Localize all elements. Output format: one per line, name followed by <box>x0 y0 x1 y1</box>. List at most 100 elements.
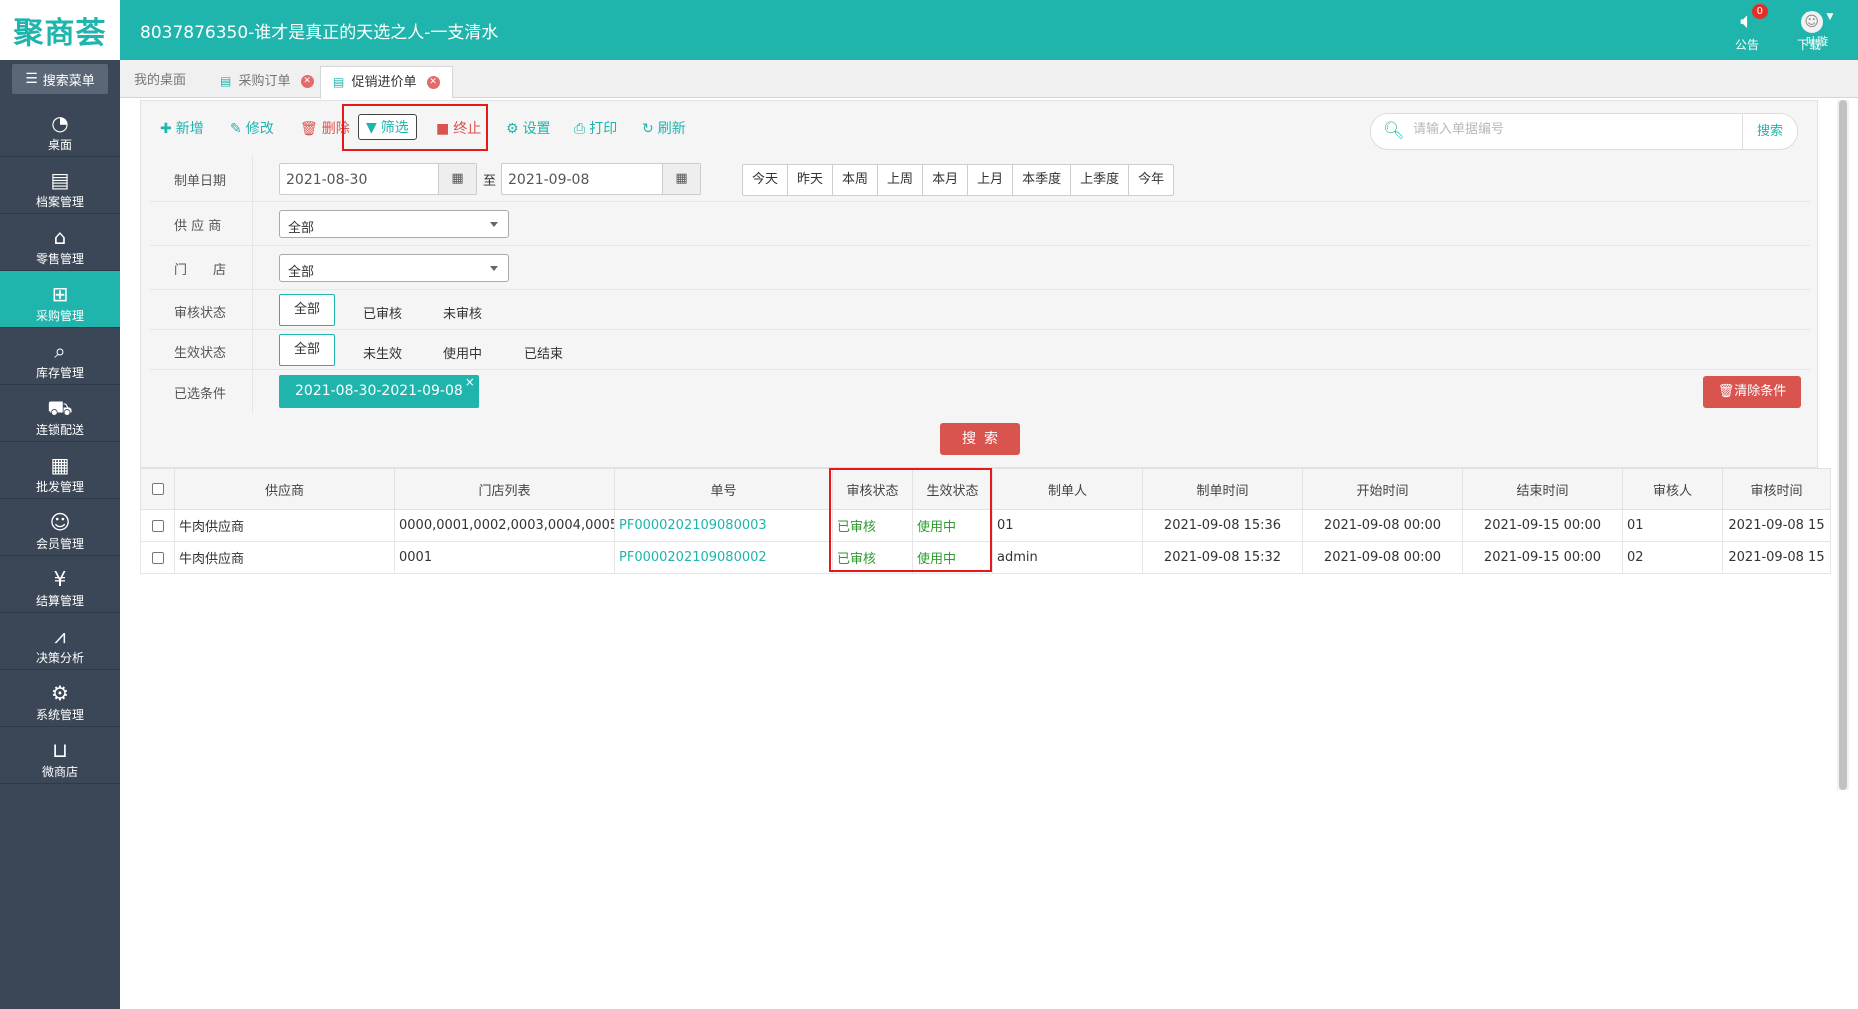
col-header[interactable]: 结束时间 <box>1462 468 1623 510</box>
quick-last-week[interactable]: 上周 <box>878 165 924 195</box>
row-checkbox[interactable] <box>151 519 164 532</box>
quick-last-quarter[interactable]: 上季度 <box>1071 165 1130 195</box>
notice-button[interactable]: 🔈︎ 0 公告 <box>1722 4 1772 53</box>
sidebar-item-label: 零售管理 <box>35 252 84 266</box>
col-header[interactable]: 审核人 <box>1622 468 1723 510</box>
sidebar-item-5[interactable]: ⛟ 连锁配送 <box>0 385 120 442</box>
sidebar-item-9[interactable]: ⩘ 决策分析 <box>0 613 120 670</box>
sidebar-item-label: 系统管理 <box>35 708 84 722</box>
order-search-button[interactable]: 搜索 <box>1742 114 1797 149</box>
col-header[interactable]: 审核时间 <box>1722 468 1831 510</box>
col-header[interactable]: 制单人 <box>992 468 1143 510</box>
quick-last-month[interactable]: 上月 <box>968 165 1014 195</box>
selected-condition-chip[interactable]: 2021-08-30-2021-09-08 × <box>279 375 479 408</box>
quick-yesterday[interactable]: 昨天 <box>788 165 834 195</box>
filter-search-button[interactable]: 搜索 <box>940 423 1020 455</box>
settings-button[interactable]: ⚙ 设置 <box>506 118 551 138</box>
quick-this-quarter[interactable]: 本季度 <box>1013 165 1072 195</box>
tab-promo-price[interactable]: ▤ 促销进价单 ✕ <box>320 66 453 99</box>
quick-this-week[interactable]: 本周 <box>833 165 879 195</box>
order-number-link[interactable]: PF0000202109080002 <box>614 541 833 574</box>
effect-option-ended[interactable]: 已结束 <box>524 343 563 362</box>
supplier-cell: 牛肉供应商 <box>174 509 395 542</box>
close-icon[interactable]: ✕ <box>426 76 440 89</box>
date-label: 制单日期 <box>174 174 227 189</box>
search-menu-button[interactable]: ☰ 搜索菜单 <box>12 64 108 94</box>
trash-icon: 🗑︎ <box>300 121 318 137</box>
store-label: 门 店 <box>174 263 227 278</box>
sidebar-item-4[interactable]: ⌕ 库存管理 <box>0 328 120 385</box>
print-button[interactable]: ⎙ 打印 <box>574 118 617 138</box>
document-icon: ▤ <box>333 75 345 89</box>
effect-option-active[interactable]: 使用中 <box>443 343 482 362</box>
created-time-cell: 2021-09-08 15:32 <box>1142 541 1303 574</box>
date-separator: 至 <box>483 174 497 189</box>
calendar-icon[interactable]: ▦ <box>662 164 700 194</box>
select-all-cell <box>140 468 175 510</box>
row-checkbox[interactable] <box>151 551 164 564</box>
add-button[interactable]: ✚ 新增 <box>160 118 204 138</box>
supplier-select[interactable]: 全部 <box>279 210 509 238</box>
sidebar-item-2[interactable]: ⌂ 零售管理 <box>0 214 120 271</box>
store-select[interactable]: 全部 <box>279 254 509 282</box>
quick-today[interactable]: 今天 <box>743 165 789 195</box>
edit-label: 修改 <box>245 121 274 137</box>
edit-button[interactable]: ✎ 修改 <box>230 118 274 138</box>
sidebar-item-11[interactable]: ⊔ 微商店 <box>0 727 120 784</box>
stores-cell: 0001 <box>394 541 615 574</box>
sidebar-item-1[interactable]: ▤ 档案管理 <box>0 157 120 214</box>
sidebar-item-3[interactable]: ⊞ 采购管理 <box>0 271 120 328</box>
sidebar-item-10[interactable]: ⚙ 系统管理 <box>0 670 120 727</box>
app-title: 8037876350-谁才是真正的天选之人-一支清水 <box>140 23 499 43</box>
audit-option-pending[interactable]: 未审核 <box>443 303 482 322</box>
sidebar-nav: ◔ 桌面 ▤ 档案管理 ⌂ 零售管理 ⊞ 采购管理 ⌕ 库存管理 ⛟ 连锁配送 ▦ 批发管理 ☺ 会员管理 ¥ 结… <box>0 100 120 784</box>
tab-label: 采购订单 <box>238 74 291 89</box>
audit-option-all[interactable]: 全部 <box>279 294 336 326</box>
close-icon[interactable]: ✕ <box>300 75 314 88</box>
sidebar-item-7[interactable]: ☺ 会员管理 <box>0 499 120 556</box>
cart-icon: ⊞ <box>51 282 69 306</box>
user-profile[interactable]: ☺ ▼ 叶璇 <box>1792 8 1842 49</box>
tab-desktop[interactable]: 我的桌面 <box>122 66 198 98</box>
sidebar-item-8[interactable]: ¥ 结算管理 <box>0 556 120 613</box>
refresh-button[interactable]: ↻ 刷新 <box>642 118 686 138</box>
clear-conditions-button[interactable]: 🗑︎清除条件 <box>1703 376 1801 408</box>
col-header[interactable]: 供应商 <box>174 468 395 510</box>
col-header[interactable]: 制单时间 <box>1142 468 1303 510</box>
chip-close-icon[interactable]: × <box>465 366 475 399</box>
edit-icon: ✎ <box>230 121 242 137</box>
page-scrollbar[interactable] <box>1837 100 1849 790</box>
select-all-checkbox[interactable] <box>151 483 164 495</box>
tab-purchase-order[interactable]: ▤ 采购订单 ✕ <box>208 66 326 98</box>
audit-option-approved[interactable]: 已审核 <box>363 303 402 322</box>
delivery-icon: ⛟ <box>47 396 73 420</box>
col-header[interactable]: 开始时间 <box>1302 468 1463 510</box>
order-search-input[interactable] <box>1413 122 1713 137</box>
order-search-box: 🔍︎ 搜索 <box>1370 113 1798 150</box>
brand-logo[interactable]: 聚商荟 <box>0 0 120 60</box>
search-icon: 🔍︎ <box>1383 121 1405 141</box>
created-time-cell: 2021-09-08 15:36 <box>1142 509 1303 542</box>
col-header[interactable]: 单号 <box>614 468 833 510</box>
date-to-input[interactable]: 2021-09-08 ▦ <box>501 163 701 195</box>
row-divider <box>252 246 253 289</box>
sidebar-item-6[interactable]: ▦ 批发管理 <box>0 442 120 499</box>
order-number-link[interactable]: PF0000202109080003 <box>614 509 833 542</box>
date-from-input[interactable]: 2021-08-30 ▦ <box>279 163 477 195</box>
sidebar-item-label: 决策分析 <box>35 651 84 665</box>
col-header[interactable]: 门店列表 <box>394 468 615 510</box>
stores-cell: 0000,0001,0002,0003,0004,0005 <box>394 509 615 542</box>
quick-this-year[interactable]: 今年 <box>1129 165 1173 195</box>
quick-this-month[interactable]: 本月 <box>923 165 969 195</box>
sidebar-item-0[interactable]: ◔ 桌面 <box>0 100 120 157</box>
sidebar-item-label: 库存管理 <box>35 366 84 380</box>
calendar-icon[interactable]: ▦ <box>438 164 476 194</box>
scrollbar-thumb[interactable] <box>1839 100 1847 790</box>
row-divider <box>252 330 253 369</box>
effect-option-inactive[interactable]: 未生效 <box>363 343 402 362</box>
settlement-icon: ¥ <box>53 567 67 591</box>
tab-label: 我的桌面 <box>134 73 187 88</box>
sidebar-item-label: 桌面 <box>47 138 72 152</box>
chevron-down-icon <box>490 266 498 271</box>
effect-option-all[interactable]: 全部 <box>279 334 336 366</box>
